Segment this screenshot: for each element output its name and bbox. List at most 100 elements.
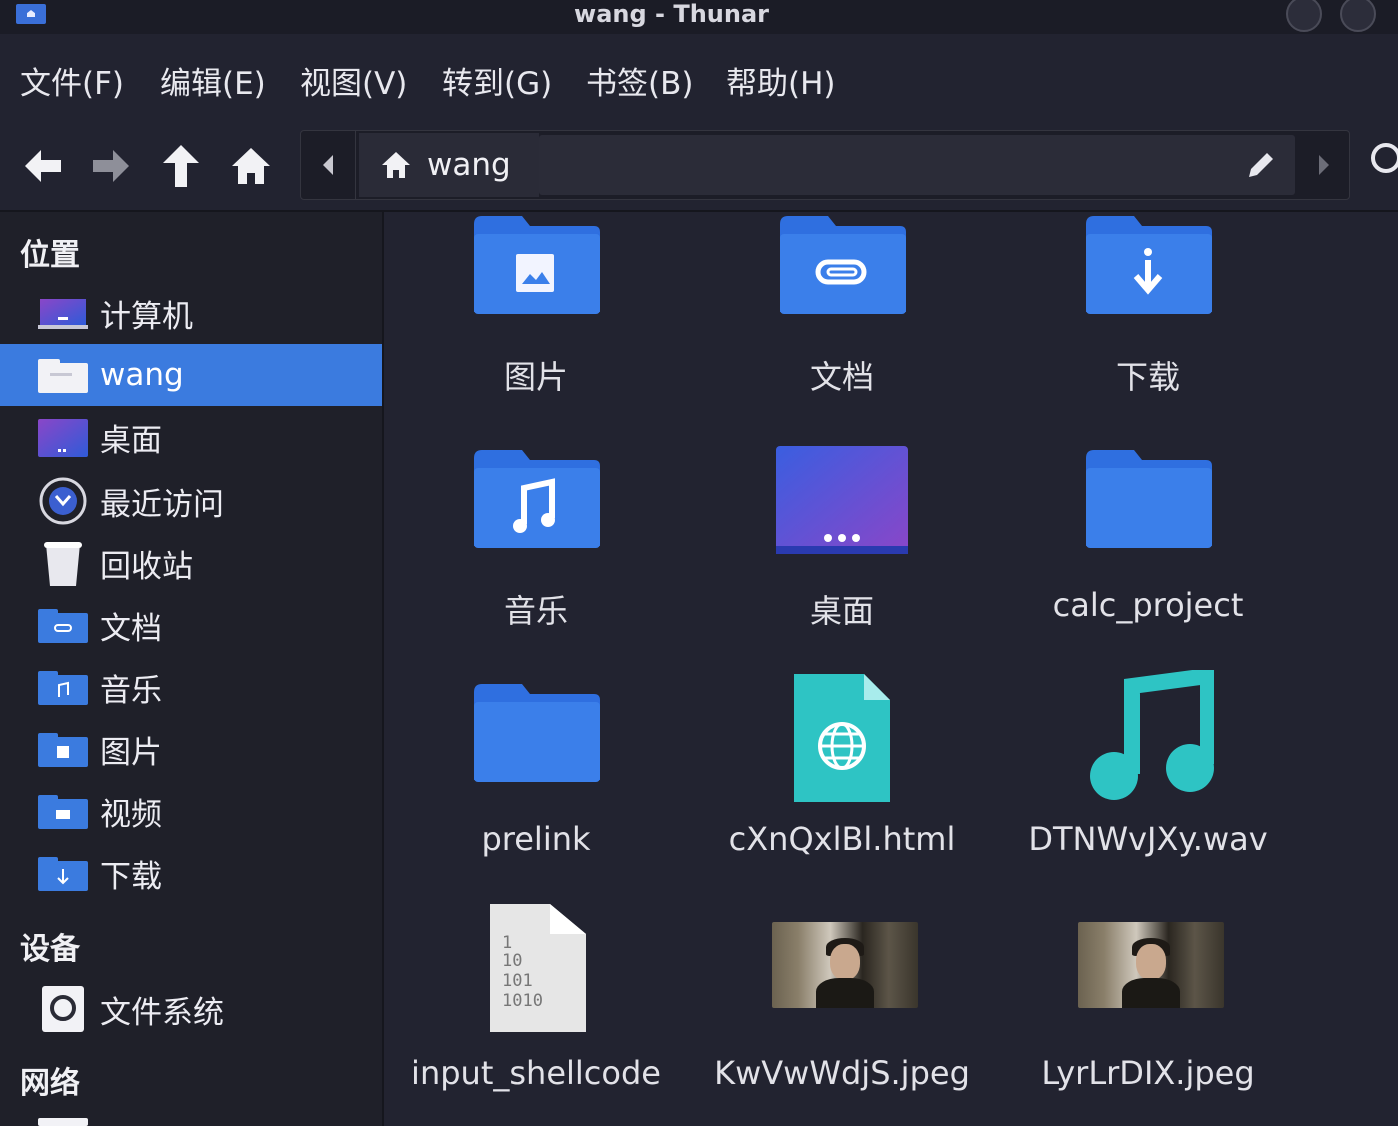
file-item[interactable]: 下载	[998, 212, 1298, 442]
file-item[interactable]: 1 10 101 1010 input_shellcode	[386, 904, 686, 1126]
search-icon	[1371, 143, 1398, 173]
network-header: 网络	[20, 1066, 80, 1101]
pencil-icon[interactable]	[1245, 149, 1277, 181]
file-item[interactable]: cXnQxlBl.html	[692, 670, 992, 900]
path-crumb-label: wang	[427, 147, 511, 183]
svg-text:101: 101	[502, 971, 533, 991]
file-item[interactable]: calc_project	[998, 446, 1298, 676]
menu-bookmarks[interactable]: 书签(B)	[586, 64, 693, 104]
pictures-folder-icon	[474, 216, 600, 314]
file-name: KwVwWdjS.jpeg	[714, 1054, 970, 1092]
sidebar-item-recent[interactable]: 最近访问	[0, 470, 382, 532]
sidebar-item-label: 视频	[100, 796, 162, 833]
up-arrow-icon	[163, 145, 199, 187]
file-name: 音乐	[503, 592, 568, 630]
file-name: calc_project	[1052, 586, 1244, 624]
file-name: prelink	[481, 820, 591, 858]
sidebar-item-filesystem[interactable]: 文件系统	[0, 978, 382, 1040]
menu-file[interactable]: 文件(F)	[20, 64, 124, 104]
path-entry[interactable]	[539, 135, 1295, 195]
sidebar-item-label: 桌面	[100, 422, 162, 459]
recent-icon	[39, 477, 87, 525]
file-item[interactable]: LyrLrDIX.jpeg	[998, 910, 1298, 1126]
videos-folder-icon	[38, 795, 88, 829]
image-thumbnail	[772, 922, 918, 1008]
file-name: LyrLrDIX.jpeg	[1041, 1054, 1255, 1092]
file-name: DTNWvJXy.wav	[1028, 820, 1268, 858]
home-icon	[232, 148, 270, 184]
file-item[interactable]: KwVwWdjS.jpeg	[692, 910, 992, 1126]
chevron-left-icon	[323, 155, 333, 175]
file-name: input_shellcode	[411, 1054, 661, 1092]
path-crumb-home[interactable]: wang	[359, 133, 539, 197]
file-name: 下载	[1115, 358, 1180, 396]
home-icon	[382, 152, 410, 178]
path-scroll-right-button[interactable]	[1299, 131, 1349, 199]
binary-file-icon: 1101011010	[490, 904, 586, 1032]
svg-text:10: 10	[502, 951, 522, 971]
music-folder-icon	[38, 671, 88, 705]
back-button[interactable]	[18, 142, 68, 190]
downloads-folder-icon	[1086, 216, 1212, 314]
downloads-folder-icon	[38, 857, 88, 891]
menu-bar: 文件(F) 编辑(E) 视图(V) 转到(G) 书签(B) 帮助(H)	[0, 34, 1398, 118]
sidebar-item-documents[interactable]: 文档	[0, 594, 382, 656]
back-arrow-icon	[25, 150, 61, 182]
sidebar-item-trash[interactable]: 回收站	[0, 532, 382, 594]
maximize-button[interactable]	[1340, 0, 1376, 32]
file-name: 文档	[809, 358, 874, 396]
sidebar: 位置 计算机 wang 桌面 最近访问 回收站 文档 音乐 图片 视频 下载 设…	[0, 212, 384, 1126]
file-item[interactable]: DTNWvJXy.wav	[998, 670, 1298, 900]
sidebar-item-pictures[interactable]: 图片	[0, 718, 382, 780]
window-title: wang - Thunar	[574, 0, 769, 28]
music-folder-icon	[474, 450, 600, 548]
up-button[interactable]	[156, 142, 206, 190]
places-header: 位置	[20, 238, 80, 273]
file-name: 图片	[503, 358, 568, 396]
toolbar: wang	[0, 118, 1398, 212]
sidebar-item-label: 回收站	[100, 548, 193, 585]
sidebar-item-videos[interactable]: 视频	[0, 780, 382, 842]
sidebar-item-music[interactable]: 音乐	[0, 656, 382, 718]
documents-folder-icon	[780, 216, 906, 314]
drive-icon	[42, 986, 84, 1032]
menu-view[interactable]: 视图(V)	[300, 64, 407, 104]
location-bar: wang	[300, 130, 1350, 200]
folder-icon	[1086, 450, 1212, 548]
chevron-right-icon	[1319, 155, 1329, 175]
file-item[interactable]: prelink	[386, 680, 686, 910]
home-button[interactable]	[226, 142, 276, 190]
file-item[interactable]: 图片	[386, 212, 686, 442]
network-item-icon[interactable]	[38, 1118, 88, 1126]
sidebar-item-label: wang	[100, 357, 184, 393]
sidebar-item-downloads[interactable]: 下载	[0, 842, 382, 904]
menu-help[interactable]: 帮助(H)	[726, 64, 836, 104]
computer-icon	[38, 299, 88, 329]
desktop-icon	[38, 419, 88, 457]
forward-button[interactable]	[86, 142, 136, 190]
path-scroll-left-button[interactable]	[301, 131, 356, 199]
sidebar-item-wang[interactable]: wang	[0, 344, 382, 406]
file-item[interactable]: 文档	[692, 212, 992, 442]
sidebar-item-label: 图片	[100, 734, 162, 771]
html-file-icon	[794, 674, 890, 802]
desktop-folder-icon	[776, 446, 908, 554]
pictures-folder-icon	[38, 733, 88, 767]
sidebar-item-computer[interactable]: 计算机	[0, 282, 382, 344]
file-item[interactable]: 桌面	[692, 446, 992, 676]
sidebar-item-desktop[interactable]: 桌面	[0, 406, 382, 468]
devices-header: 设备	[20, 932, 80, 967]
file-name: cXnQxlBl.html	[728, 820, 956, 858]
trash-icon	[44, 542, 82, 586]
search-button[interactable]	[1368, 142, 1398, 186]
menu-edit[interactable]: 编辑(E)	[160, 64, 266, 104]
documents-folder-icon	[38, 609, 88, 643]
file-grid: 图片 文档 下载 音乐 桌面 calc_project prelink cXnQ…	[384, 212, 1398, 1126]
menu-go[interactable]: 转到(G)	[442, 64, 552, 104]
audio-file-icon	[1090, 670, 1214, 800]
sidebar-item-label: 文件系统	[100, 994, 224, 1031]
home-folder-icon	[38, 359, 88, 393]
file-item[interactable]: 音乐	[386, 446, 686, 676]
sidebar-item-label: 最近访问	[100, 486, 224, 523]
sidebar-item-label: 计算机	[100, 298, 193, 335]
